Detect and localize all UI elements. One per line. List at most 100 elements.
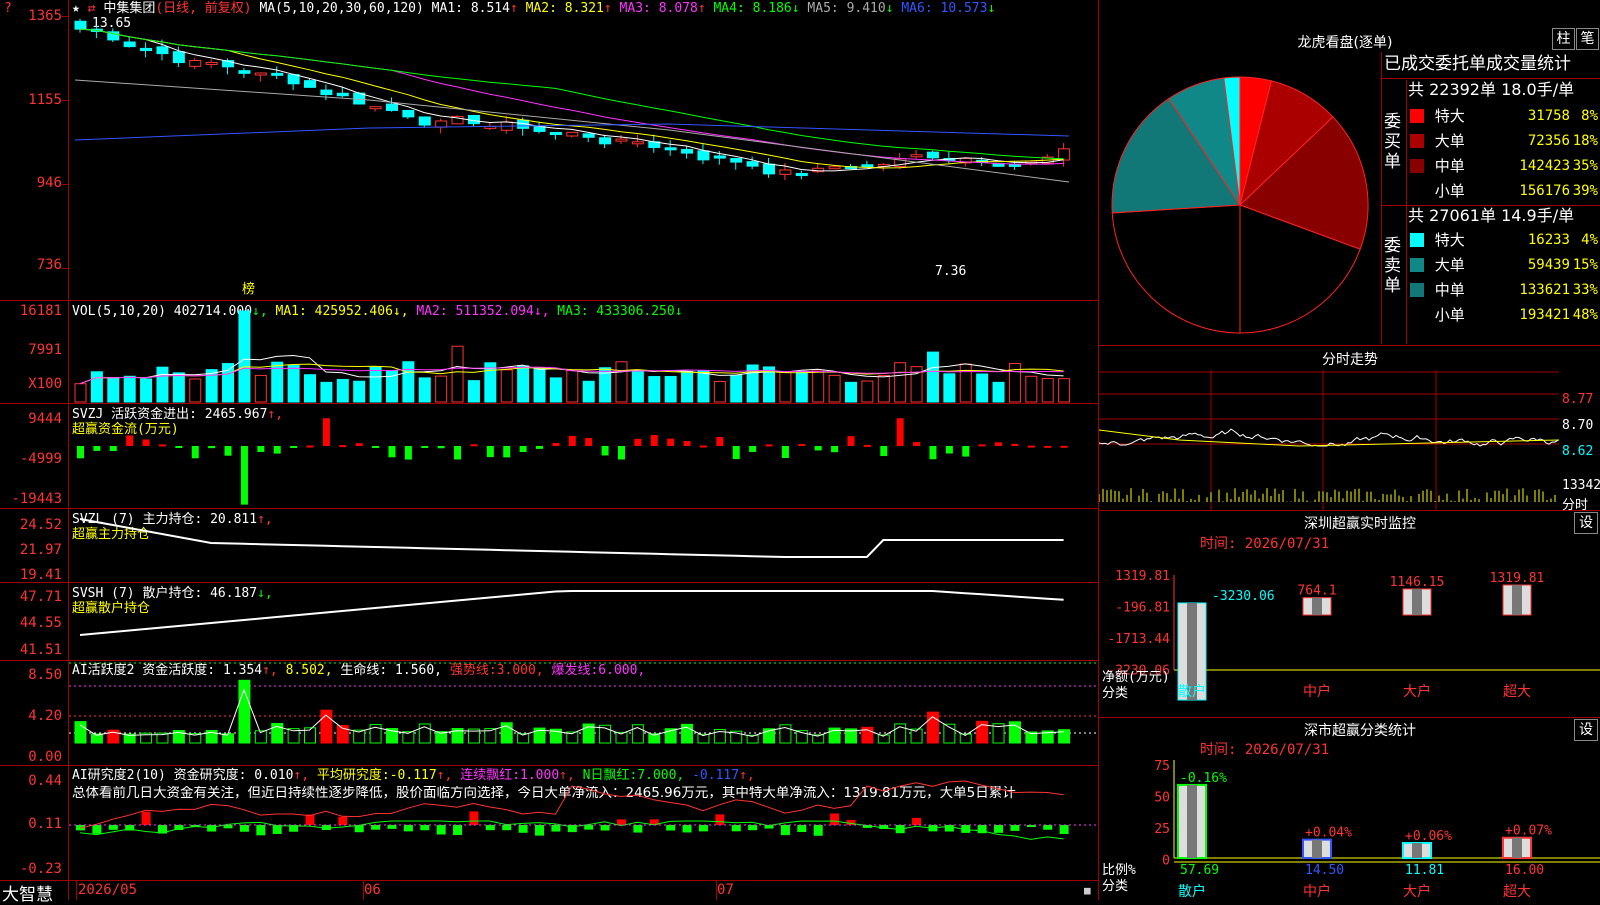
net-flow-value: 764.1 (1297, 584, 1336, 599)
axis-label: 946 (36, 175, 62, 191)
volume-bar (336, 378, 349, 403)
order-row: 小单 193421 48% (1410, 305, 1598, 325)
volume-bar (222, 363, 235, 403)
candle (418, 116, 431, 126)
retail-holding-line (79, 590, 1064, 636)
volume-bar (1058, 378, 1071, 403)
classify-time: 时间: 2026/07/31 (1200, 742, 1330, 758)
flow-bar (962, 446, 970, 457)
category-label: 中户 (1303, 883, 1331, 900)
flow-bar (995, 442, 1003, 446)
volume-bar (844, 381, 857, 403)
svzj-chart[interactable] (69, 404, 1098, 508)
flow-bar (929, 446, 937, 460)
research-bar (633, 825, 643, 833)
flow-bar (290, 446, 298, 448)
fenshi-axis-label: 8.70 (1562, 418, 1594, 433)
research-bar (403, 825, 413, 832)
flow-bar (421, 446, 429, 448)
volume-bar (779, 371, 792, 403)
bar-shade (1412, 843, 1422, 858)
flow-bar (1060, 445, 1068, 448)
flow-bar (273, 446, 281, 454)
svzl-chart[interactable] (69, 509, 1098, 582)
category-label: 超大 (1503, 684, 1531, 700)
fenshi-axis-label: 8.77 (1562, 392, 1594, 407)
flow-bar (93, 446, 101, 451)
volume-bar (697, 370, 710, 403)
volume-bar (254, 374, 267, 403)
flow-bar (355, 443, 363, 446)
volume-bar (123, 375, 136, 403)
volume-bar (369, 366, 382, 403)
volume-bar (795, 371, 808, 403)
volume-chart[interactable] (69, 301, 1098, 403)
net-flow-value: 1146.15 (1390, 575, 1445, 590)
lock-icon[interactable]: ■ (1084, 884, 1091, 897)
axis-label: 8.50 (28, 667, 62, 683)
price-line (1099, 428, 1559, 447)
volume-bar (631, 369, 644, 403)
monitor-axis-label: -196.81 (1115, 601, 1170, 616)
research-bar (518, 825, 528, 833)
candle (189, 60, 202, 67)
order-row: 中单 133621 33% (1410, 280, 1598, 300)
research-bar (912, 817, 922, 825)
candle (615, 138, 628, 142)
axis-label: 0.11 (28, 816, 62, 832)
axis-label: 4.20 (28, 708, 62, 724)
ai-research-chart[interactable] (69, 766, 1098, 880)
volume-bar (435, 375, 448, 403)
candle (566, 131, 579, 137)
volume-bar (713, 380, 726, 403)
classify-axis-label: 75 (1154, 760, 1170, 774)
research-bar (420, 825, 430, 831)
monitor-settings-button[interactable]: 设 (1574, 512, 1598, 534)
research-bar (748, 825, 758, 831)
monitor-axis-label: -1713.44 (1107, 632, 1170, 647)
axis-label: X100 (28, 376, 62, 392)
order-row: 特大 31758 8% (1410, 106, 1598, 126)
bar-mode-button[interactable]: 柱 (1552, 28, 1575, 50)
axis-label: 736 (36, 257, 62, 273)
axis-label: 41.51 (19, 642, 62, 658)
bar-shade (1512, 585, 1522, 615)
volume-bar (74, 383, 87, 403)
research-bar (666, 825, 676, 831)
flow-bar (749, 446, 757, 452)
ai-activity-chart[interactable] (69, 661, 1098, 765)
ratio-value: 16.00 (1505, 863, 1544, 878)
svsh-chart[interactable] (69, 583, 1098, 660)
ratio-value: 14.50 (1305, 863, 1344, 878)
volume-bar (172, 372, 185, 403)
research-bar (584, 825, 594, 830)
volume-bar (926, 351, 939, 403)
candlestick-chart[interactable] (69, 0, 1098, 300)
research-bar (256, 825, 266, 836)
classify-settings-button[interactable]: 设 (1574, 719, 1598, 741)
volume-bar (861, 380, 874, 403)
volume-bar (533, 367, 546, 403)
candle (697, 150, 710, 161)
volume-bar (943, 373, 956, 403)
monitor-time: 时间: 2026/07/31 (1200, 536, 1330, 552)
flow-bar (716, 437, 724, 446)
intraday-chart[interactable] (1099, 370, 1559, 510)
flow-bar (175, 446, 183, 448)
candle (254, 72, 267, 76)
research-bar (535, 825, 545, 836)
fenshi-axis-label: 8.62 (1562, 444, 1594, 459)
tick-mode-button[interactable]: 笔 (1576, 28, 1599, 50)
candle (140, 47, 153, 52)
ratio-bar-chart: 75 50 25 0 -0.16% 57.69 散户 +0.04% 14.50 中户 +0.06% 1… (1102, 760, 1600, 900)
candle (763, 163, 776, 175)
research-bar (338, 816, 348, 825)
volume-bar (304, 374, 317, 403)
x-label: 分类 (1102, 879, 1128, 894)
flow-bar (77, 446, 84, 459)
fenshi-axis-label: 分时 (1562, 498, 1589, 513)
category-label: 超大 (1503, 884, 1531, 900)
ratio-value: 57.69 (1180, 863, 1219, 878)
research-bar (698, 825, 708, 832)
research-bar (830, 813, 840, 825)
